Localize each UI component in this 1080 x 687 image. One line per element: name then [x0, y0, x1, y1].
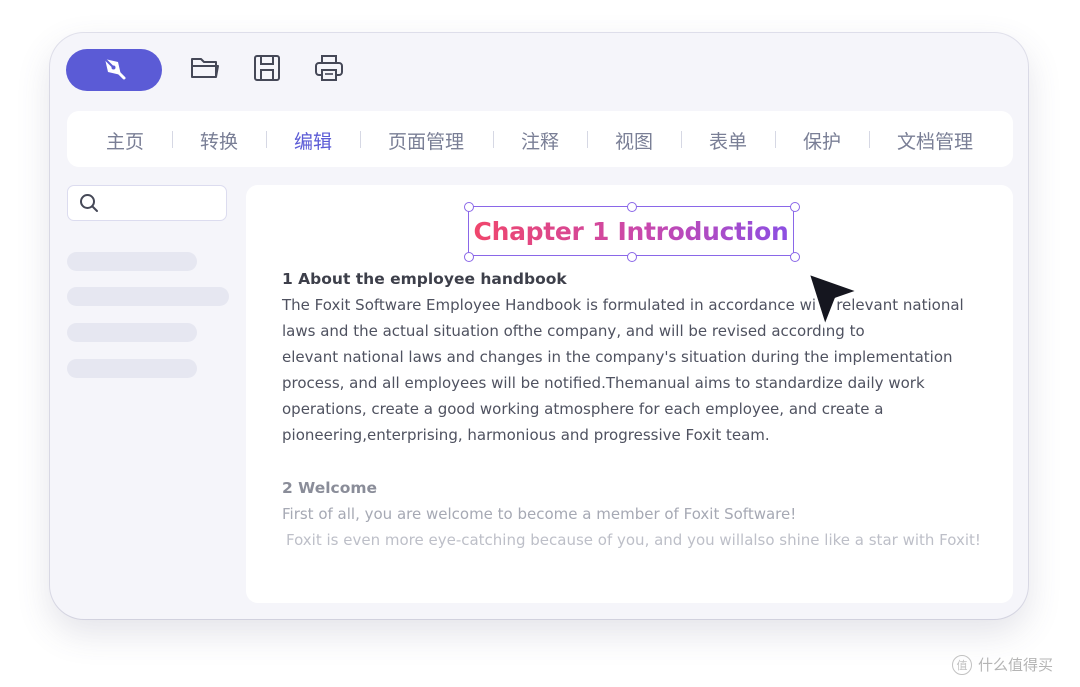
site-watermark: 值 什么值得买 [952, 654, 1053, 675]
paragraph-line: pioneering,enterprising, harmonious and … [282, 426, 770, 444]
resize-handle-bottom-right[interactable] [790, 252, 800, 262]
tab-divider [775, 131, 776, 148]
paragraph-line: elevant national laws and changes in the… [282, 348, 953, 366]
save-button[interactable] [251, 54, 283, 86]
search-icon [79, 193, 99, 217]
resize-handle-bottom-left[interactable] [464, 252, 474, 262]
save-icon [252, 53, 282, 87]
sidebar-item-placeholder[interactable] [67, 287, 229, 306]
open-folder-button[interactable] [189, 54, 221, 86]
tab-divider [681, 131, 682, 148]
tab-home[interactable]: 主页 [106, 127, 144, 154]
pen-nib-icon [99, 53, 129, 87]
resize-handle-top-left[interactable] [464, 202, 474, 212]
mouse-pointer-icon [805, 270, 863, 336]
edit-pen-button[interactable] [66, 49, 162, 91]
paragraph-line: process, and all employees will be notif… [282, 374, 925, 392]
ribbon-tab-bar: 主页 转换 编辑 页面管理 注释 视图 表单 保护 文档管理 [67, 111, 1013, 167]
tab-divider [172, 131, 173, 148]
tab-convert[interactable]: 转换 [200, 127, 238, 154]
tab-divider [587, 131, 588, 148]
tab-page-management[interactable]: 页面管理 [388, 127, 464, 154]
selected-title-textbox[interactable]: Chapter 1 Introduction [468, 206, 794, 256]
tab-view[interactable]: 视图 [615, 127, 653, 154]
paragraph-line: laws and the actual situation ofthe comp… [282, 322, 865, 340]
tab-document-management[interactable]: 文档管理 [897, 127, 973, 154]
document-title[interactable]: Chapter 1 Introduction [469, 207, 793, 255]
section-heading: 1 About the employee handbook [282, 270, 567, 288]
paragraph-line: operations, create a good working atmosp… [282, 400, 884, 418]
tab-protect[interactable]: 保护 [803, 127, 841, 154]
watermark-logo-icon: 值 [952, 654, 972, 675]
sidebar-item-placeholder[interactable] [67, 359, 197, 378]
resize-handle-top[interactable] [627, 202, 637, 212]
tab-divider [493, 131, 494, 148]
resize-handle-bottom[interactable] [627, 252, 637, 262]
section-heading: 2 Welcome [282, 479, 378, 497]
resize-handle-top-right[interactable] [790, 202, 800, 212]
tab-comment[interactable]: 注释 [521, 127, 559, 154]
folder-open-icon [189, 54, 221, 86]
document-page: Chapter 1 Introduction 1 About the emplo… [246, 185, 1013, 603]
tab-divider [869, 131, 870, 148]
watermark-text: 什么值得买 [978, 656, 1054, 674]
tab-form[interactable]: 表单 [709, 127, 747, 154]
printer-icon [313, 53, 345, 87]
sidebar-item-placeholder[interactable] [67, 252, 197, 271]
sidebar-item-placeholder[interactable] [67, 323, 197, 342]
search-input[interactable] [104, 190, 224, 216]
paragraph-line: Foxit is even more eye-catching because … [286, 531, 981, 549]
tab-divider [266, 131, 267, 148]
search-box[interactable] [67, 185, 227, 221]
print-button[interactable] [313, 54, 345, 86]
tab-edit[interactable]: 编辑 [294, 127, 332, 154]
tab-divider [360, 131, 361, 148]
paragraph-line: First of all, you are welcome to become … [282, 505, 797, 523]
